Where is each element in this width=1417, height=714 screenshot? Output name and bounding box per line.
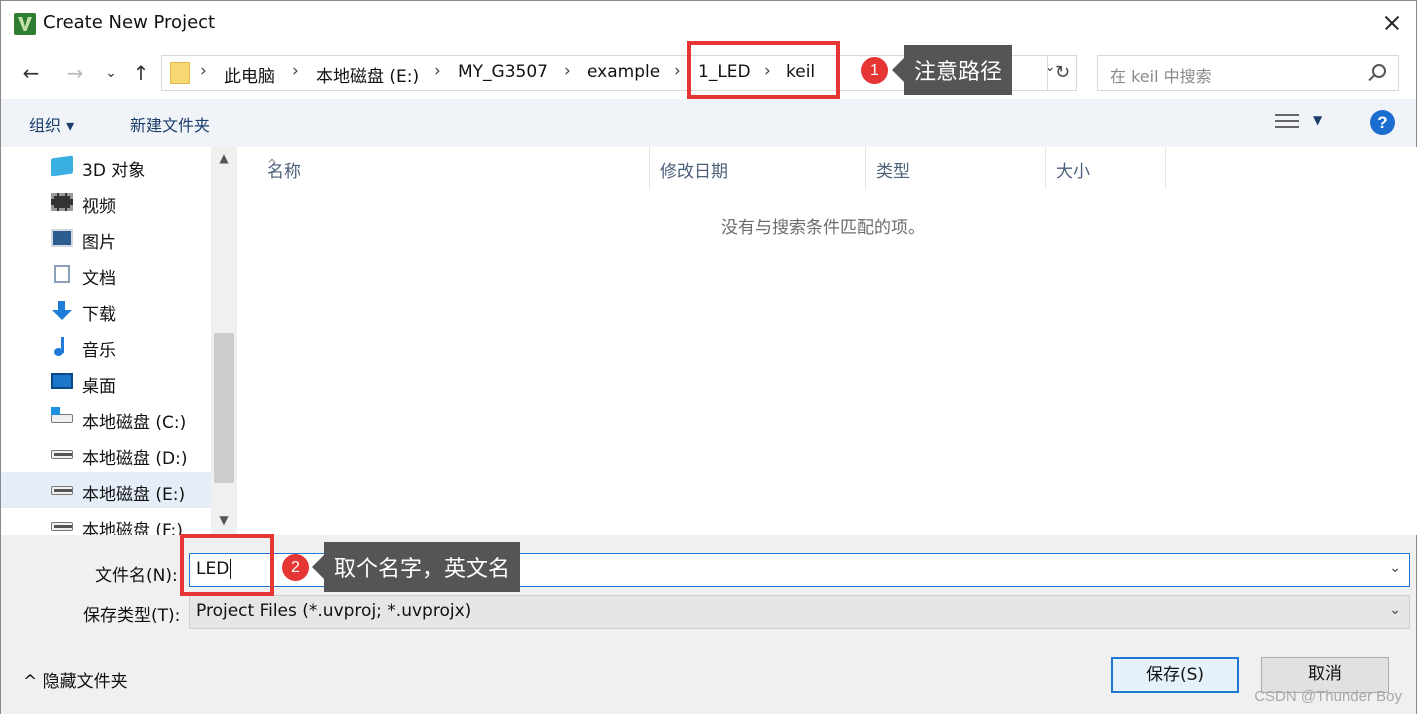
keil-app-icon xyxy=(14,13,36,35)
folder-icon xyxy=(170,62,190,84)
search-icon[interactable] xyxy=(1372,64,1386,78)
search-placeholder: 在 keil 中搜索 xyxy=(1110,67,1212,86)
drive-icon xyxy=(51,450,73,459)
breadcrumb-my-g3507[interactable]: MY_G3507 xyxy=(458,62,548,82)
hide-folders-toggle[interactable]: ^ 隐藏文件夹 xyxy=(23,667,128,692)
create-project-dialog: Create New Project ← → ⌄ ↑ › 此电脑 › 本地磁盘 … xyxy=(0,0,1417,714)
annotation-note-filename: 取个名字，英文名 xyxy=(311,542,521,592)
sort-ascending-icon: ^ xyxy=(267,157,278,171)
sidebar-item-label: 本地磁盘 (F:) xyxy=(82,521,183,535)
sidebar-item-downloads[interactable]: 下载 xyxy=(1,292,211,328)
navigation-pane: 3D 对象 视频 图片 文档 下载 音乐 桌面 本地磁盘 (C:) 本地磁盘 (… xyxy=(1,147,237,535)
drive-c-icon xyxy=(51,407,73,423)
pictures-icon xyxy=(51,229,73,247)
sidebar-item-label: 下载 xyxy=(82,305,116,325)
column-header-label: 类型 xyxy=(876,162,910,182)
column-header-name[interactable]: 名称 ^ xyxy=(257,147,650,189)
download-icon xyxy=(51,301,73,320)
annotation-badge-2: 2 xyxy=(282,554,309,581)
sidebar-item-label: 桌面 xyxy=(82,377,116,397)
music-icon xyxy=(51,337,73,356)
sidebar-item-drive-e[interactable]: 本地磁盘 (E:) xyxy=(1,472,211,508)
column-header-label: 大小 xyxy=(1056,162,1090,182)
sidebar-item-label: 本地磁盘 (E:) xyxy=(82,485,186,505)
column-header-date-modified[interactable]: 修改日期 xyxy=(650,147,866,189)
help-icon[interactable]: ? xyxy=(1370,110,1395,135)
sidebar-item-3d-objects[interactable]: 3D 对象 xyxy=(1,148,211,184)
cube-icon xyxy=(51,155,73,177)
sidebar-item-pictures[interactable]: 图片 xyxy=(1,220,211,256)
back-arrow-icon[interactable]: ← xyxy=(17,59,45,87)
scroll-down-icon[interactable]: ▼ xyxy=(211,513,237,535)
sidebar-item-drive-f[interactable]: 本地磁盘 (F:) xyxy=(1,508,211,535)
sidebar-item-desktop[interactable]: 桌面 xyxy=(1,364,211,400)
scroll-up-icon[interactable]: ▲ xyxy=(211,151,237,173)
filetype-chevron-icon[interactable]: ⌄ xyxy=(1389,602,1401,618)
sidebar-item-drive-d[interactable]: 本地磁盘 (D:) xyxy=(1,436,211,472)
filetype-label: 保存类型(T): xyxy=(83,606,181,626)
sidebar-item-label: 3D 对象 xyxy=(82,161,146,181)
breadcrumb-separator: › xyxy=(564,61,571,81)
organize-menu-button[interactable]: 组织 ▾ xyxy=(29,112,74,136)
sidebar-item-label: 本地磁盘 (D:) xyxy=(82,449,188,469)
filename-label: 文件名(N): xyxy=(95,566,178,586)
breadcrumb-separator: › xyxy=(292,61,299,81)
forward-arrow-icon[interactable]: → xyxy=(61,59,89,87)
drive-icon xyxy=(51,522,73,531)
breadcrumb-drive-e[interactable]: 本地磁盘 (E:) xyxy=(316,62,419,87)
breadcrumb-this-pc[interactable]: 此电脑 xyxy=(224,62,275,87)
sidebar-item-videos[interactable]: 视频 xyxy=(1,184,211,220)
video-icon xyxy=(51,193,73,211)
title-bar: Create New Project xyxy=(1,1,1416,45)
sidebar-item-drive-c[interactable]: 本地磁盘 (C:) xyxy=(1,400,211,436)
sidebar-item-label: 本地磁盘 (C:) xyxy=(82,413,187,433)
empty-results-message: 没有与搜索条件匹配的项。 xyxy=(721,218,925,238)
breadcrumb-separator: › xyxy=(434,61,441,81)
sidebar-item-label: 音乐 xyxy=(82,341,116,361)
up-arrow-icon[interactable]: ↑ xyxy=(127,59,155,87)
column-header-label: 修改日期 xyxy=(660,162,728,182)
scrollbar-thumb[interactable] xyxy=(214,333,234,483)
sidebar-item-label: 图片 xyxy=(82,233,116,253)
sidebar-scrollbar[interactable]: ▲ ▼ xyxy=(211,147,237,535)
path-highlight-box xyxy=(687,41,840,99)
command-toolbar: 组织 ▾ 新建文件夹 ▼ ? xyxy=(1,99,1416,147)
new-folder-button[interactable]: 新建文件夹 xyxy=(130,112,210,136)
search-input[interactable]: 在 keil 中搜索 xyxy=(1097,55,1399,91)
filename-history-chevron-icon[interactable]: ⌄ xyxy=(1389,560,1401,576)
documents-icon xyxy=(54,265,70,283)
view-dropdown-caret-icon[interactable]: ▼ xyxy=(1313,113,1322,127)
annotation-note-path: 注意路径 xyxy=(891,45,1013,95)
sidebar-item-music[interactable]: 音乐 xyxy=(1,328,211,364)
sidebar-item-label: 视频 xyxy=(82,197,116,217)
recent-locations-icon[interactable]: ⌄ xyxy=(97,59,125,87)
filetype-select[interactable]: Project Files (*.uvproj; *.uvprojx) ⌄ xyxy=(189,595,1410,629)
sidebar-item-documents[interactable]: 文档 xyxy=(1,256,211,292)
filetype-value: Project Files (*.uvproj; *.uvprojx) xyxy=(196,601,472,621)
save-button[interactable]: 保存(S) xyxy=(1111,657,1239,693)
drive-icon xyxy=(51,486,73,495)
breadcrumb-separator: › xyxy=(674,61,681,81)
sidebar-item-label: 文档 xyxy=(82,269,116,289)
column-header-size[interactable]: 大小 xyxy=(1046,147,1166,189)
close-button[interactable] xyxy=(1366,1,1416,45)
annotation-badge-1: 1 xyxy=(861,57,888,84)
column-header-type[interactable]: 类型 xyxy=(866,147,1046,189)
refresh-icon[interactable]: ↻ xyxy=(1047,55,1077,91)
breadcrumb-separator: › xyxy=(200,61,207,81)
view-options-icon[interactable] xyxy=(1275,112,1299,132)
breadcrumb-example[interactable]: example xyxy=(587,62,660,82)
filename-highlight-box xyxy=(180,534,274,596)
watermark: CSDN @Thunder Boy xyxy=(1254,688,1402,705)
dialog-title: Create New Project xyxy=(43,12,216,33)
desktop-icon xyxy=(51,373,73,389)
file-list: 名称 ^ 修改日期 类型 大小 没有与搜索条件匹配的项。 xyxy=(237,147,1417,535)
